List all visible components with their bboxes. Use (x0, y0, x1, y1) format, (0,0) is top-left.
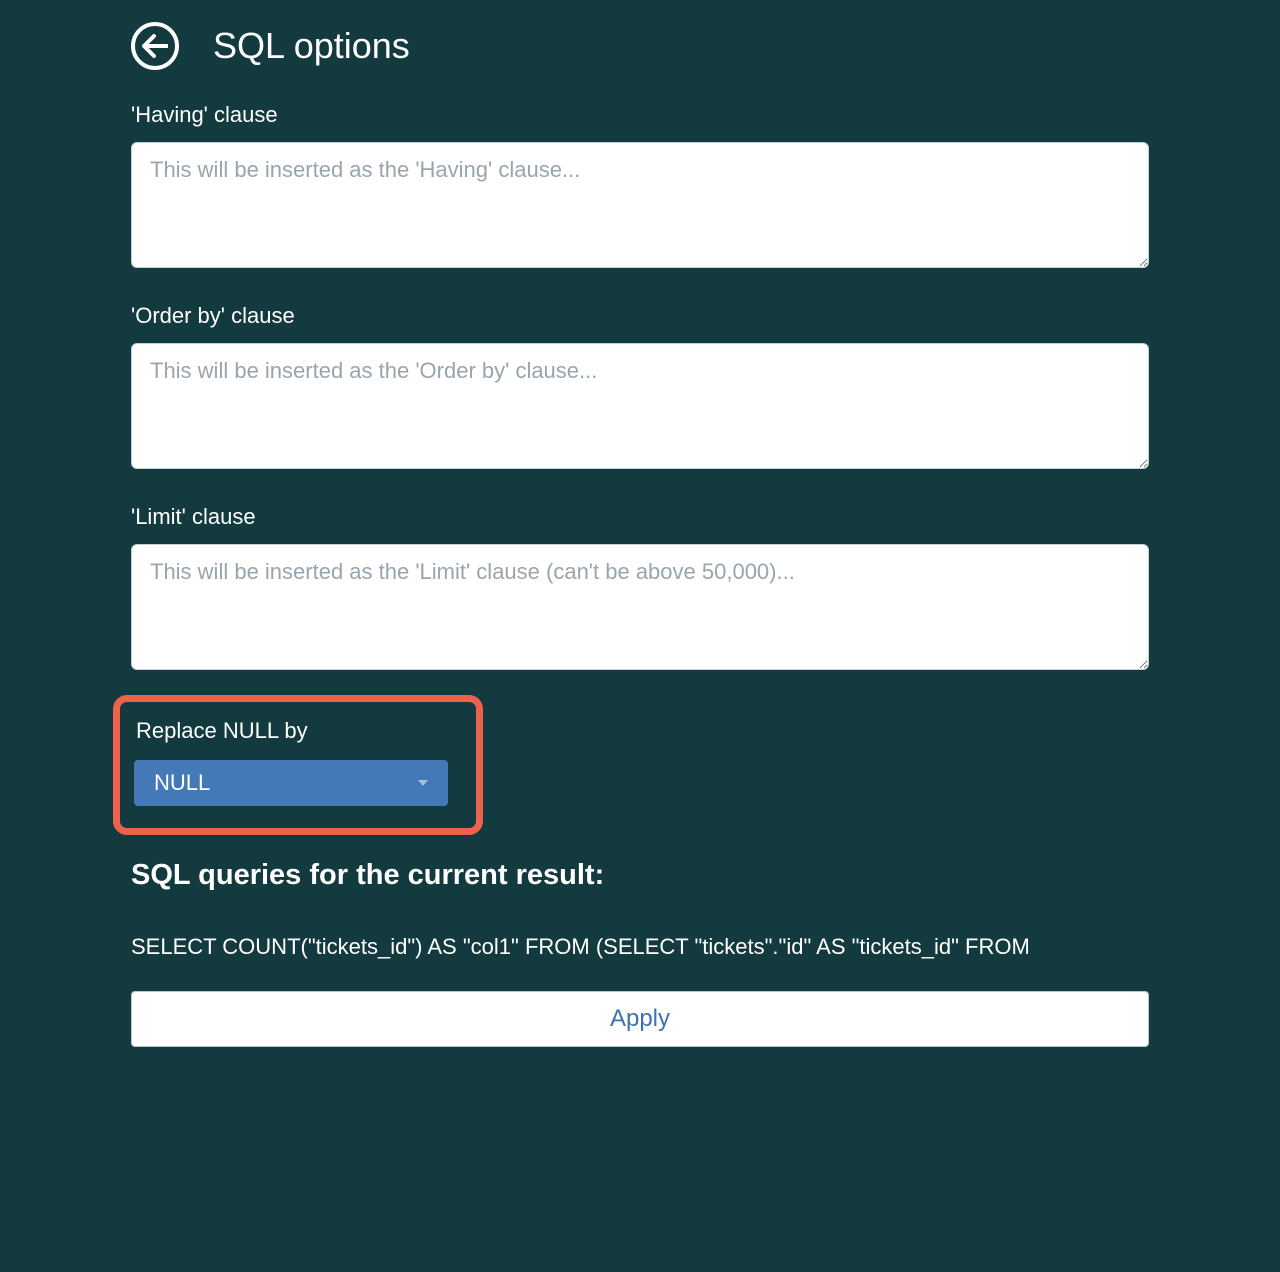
limit-input[interactable] (131, 544, 1149, 670)
limit-label: 'Limit' clause (131, 504, 1149, 530)
having-input[interactable] (131, 142, 1149, 268)
having-label: 'Having' clause (131, 102, 1149, 128)
arrow-left-icon (142, 34, 168, 58)
replace-null-value: NULL (154, 770, 210, 796)
orderby-input[interactable] (131, 343, 1149, 469)
page-title: SQL options (213, 25, 410, 67)
queries-heading: SQL queries for the current result: (131, 859, 1149, 892)
replace-null-label: Replace NULL by (136, 718, 462, 744)
chevron-down-icon (418, 780, 428, 786)
queries-text: SELECT COUNT("tickets_id") AS "col1" FRO… (131, 932, 1149, 963)
apply-button[interactable]: Apply (131, 991, 1149, 1047)
orderby-label: 'Order by' clause (131, 303, 1149, 329)
replace-null-highlight: Replace NULL by NULL (113, 695, 483, 835)
replace-null-select[interactable]: NULL (134, 760, 448, 806)
back-button[interactable] (131, 22, 179, 70)
